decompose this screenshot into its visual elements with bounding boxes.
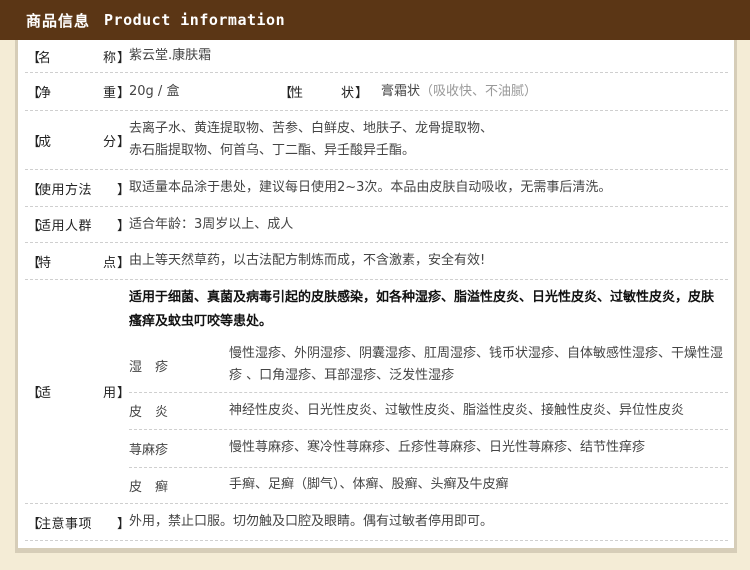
condition-row: 皮 炎 神经性皮炎、日光性皮炎、过敏性皮炎、脂溢性皮炎、接触性皮炎、异位性皮炎 [129, 392, 728, 430]
form-label: 【 性状 】 [279, 86, 369, 101]
row-value: 紫云堂.康肤霜 [129, 48, 212, 63]
ingredients-value: 去离子水、黄连提取物、苦参、白鲜皮、地肤子、龙骨提取物、 赤石脂提取物、何首乌、… [129, 121, 494, 158]
row-label: 【 净重 】 [27, 86, 131, 101]
condition-desc: 手癣、足癣（脚气）、体癣、股癣、头癣及牛皮癣 [229, 477, 509, 492]
row-label: 【 特点 】 [27, 255, 131, 271]
caution-value: 外用，禁止口服。切勿触及口腔及眼睛。偶有过敏者停用即可。 [129, 514, 494, 529]
condition-row: 湿 疹 慢性湿疹、外阴湿疹、阴囊湿疹、肛周湿疹、钱币状湿疹、自体敏感性湿疹、干燥… [129, 338, 728, 393]
condition-desc: 神经性皮炎、日光性皮炎、过敏性皮炎、脂溢性皮炎、接触性皮炎、异位性皮炎 [229, 402, 685, 418]
condition-name: 皮 癣 [129, 479, 169, 495]
info-row-audience: 【 适用人群 】 适合年龄：3周岁以上、成人 [25, 207, 728, 243]
info-row-usage: 【 使用方法 】 取适量本品涂于患处，建议每日使用2~3次。本品由皮肤自动吸收，… [25, 170, 728, 207]
row-label: 【 适用人群 】 [27, 219, 131, 234]
condition-desc: 慢性荨麻疹、寒冷性荨麻疹、丘疹性荨麻疹、日光性荨麻疹、结节性痒疹 [229, 440, 646, 455]
row-label: 【 成分 】 [27, 134, 131, 150]
condition-desc: 慢性湿疹、外阴湿疹、阴囊湿疹、肛周湿疹、钱币状湿疹、自体敏感性湿疹、干燥性湿疹 … [229, 346, 724, 383]
header-title-en: Product information [104, 11, 286, 29]
info-row-ingredients: 【 成分 】 去离子水、黄连提取物、苦参、白鲜皮、地肤子、龙骨提取物、 赤石脂提… [25, 111, 728, 170]
section-header: 商品信息 Product information [0, 0, 750, 40]
audience-value: 适合年龄：3周岁以上、成人 [129, 216, 294, 232]
condition-name: 皮 炎 [129, 405, 169, 420]
condition-row: 荨麻疹 慢性荨麻疹、寒冷性荨麻疹、丘疹性荨麻疹、日光性荨麻疹、结节性痒疹 [129, 429, 728, 468]
condition-name: 荨麻疹 [129, 442, 169, 458]
features-value: 由上等天然草药，以古法配方制炼而成，不含激素，安全有效! [129, 253, 486, 268]
info-row-caution: 【 注意事项 】 外用，禁止口服。切勿触及口腔及眼睛。偶有过敏者停用即可。 [25, 504, 728, 541]
usage-value: 取适量本品涂于患处，建议每日使用2~3次。本品由皮肤自动吸收，无需事后清洗。 [129, 180, 612, 195]
form-note: （吸收快、不油腻） [420, 83, 538, 99]
info-row-applicable: 【 适用 】 适用于细菌、真菌及病毒引起的皮肤感染，如各种湿疹、脂溢性皮炎、日光… [25, 280, 728, 504]
weight-value: 20g / 盒 [129, 83, 180, 99]
row-label: 【 适用 】 [27, 386, 131, 401]
product-info-panel: 【 名称 】 紫云堂.康肤霜 【 净重 】 20g / 盒 【 性状 】 膏霜状… [15, 40, 737, 553]
condition-name: 湿 疹 [129, 359, 169, 375]
applicable-headline: 适用于细菌、真菌及病毒引起的皮肤感染，如各种湿疹、脂溢性皮炎、日光性皮炎、过敏性… [129, 290, 715, 329]
info-row-weight-form: 【 净重 】 20g / 盒 【 性状 】 膏霜状 （吸收快、不油腻） [25, 73, 728, 111]
form-value: 膏霜状 （吸收快、不油腻） [381, 73, 728, 110]
row-label: 【 名称 】 [27, 50, 131, 66]
info-row-features: 【 特点 】 由上等天然草药，以古法配方制炼而成，不含激素，安全有效! [25, 243, 728, 280]
row-label: 【 注意事项 】 [27, 516, 131, 532]
condition-row: 皮 癣 手癣、足癣（脚气）、体癣、股癣、头癣及牛皮癣 [129, 467, 728, 503]
header-title-cn: 商品信息 [26, 11, 91, 30]
row-label: 【 使用方法 】 [27, 182, 131, 198]
info-row-name: 【 名称 】 紫云堂.康肤霜 [25, 40, 728, 73]
